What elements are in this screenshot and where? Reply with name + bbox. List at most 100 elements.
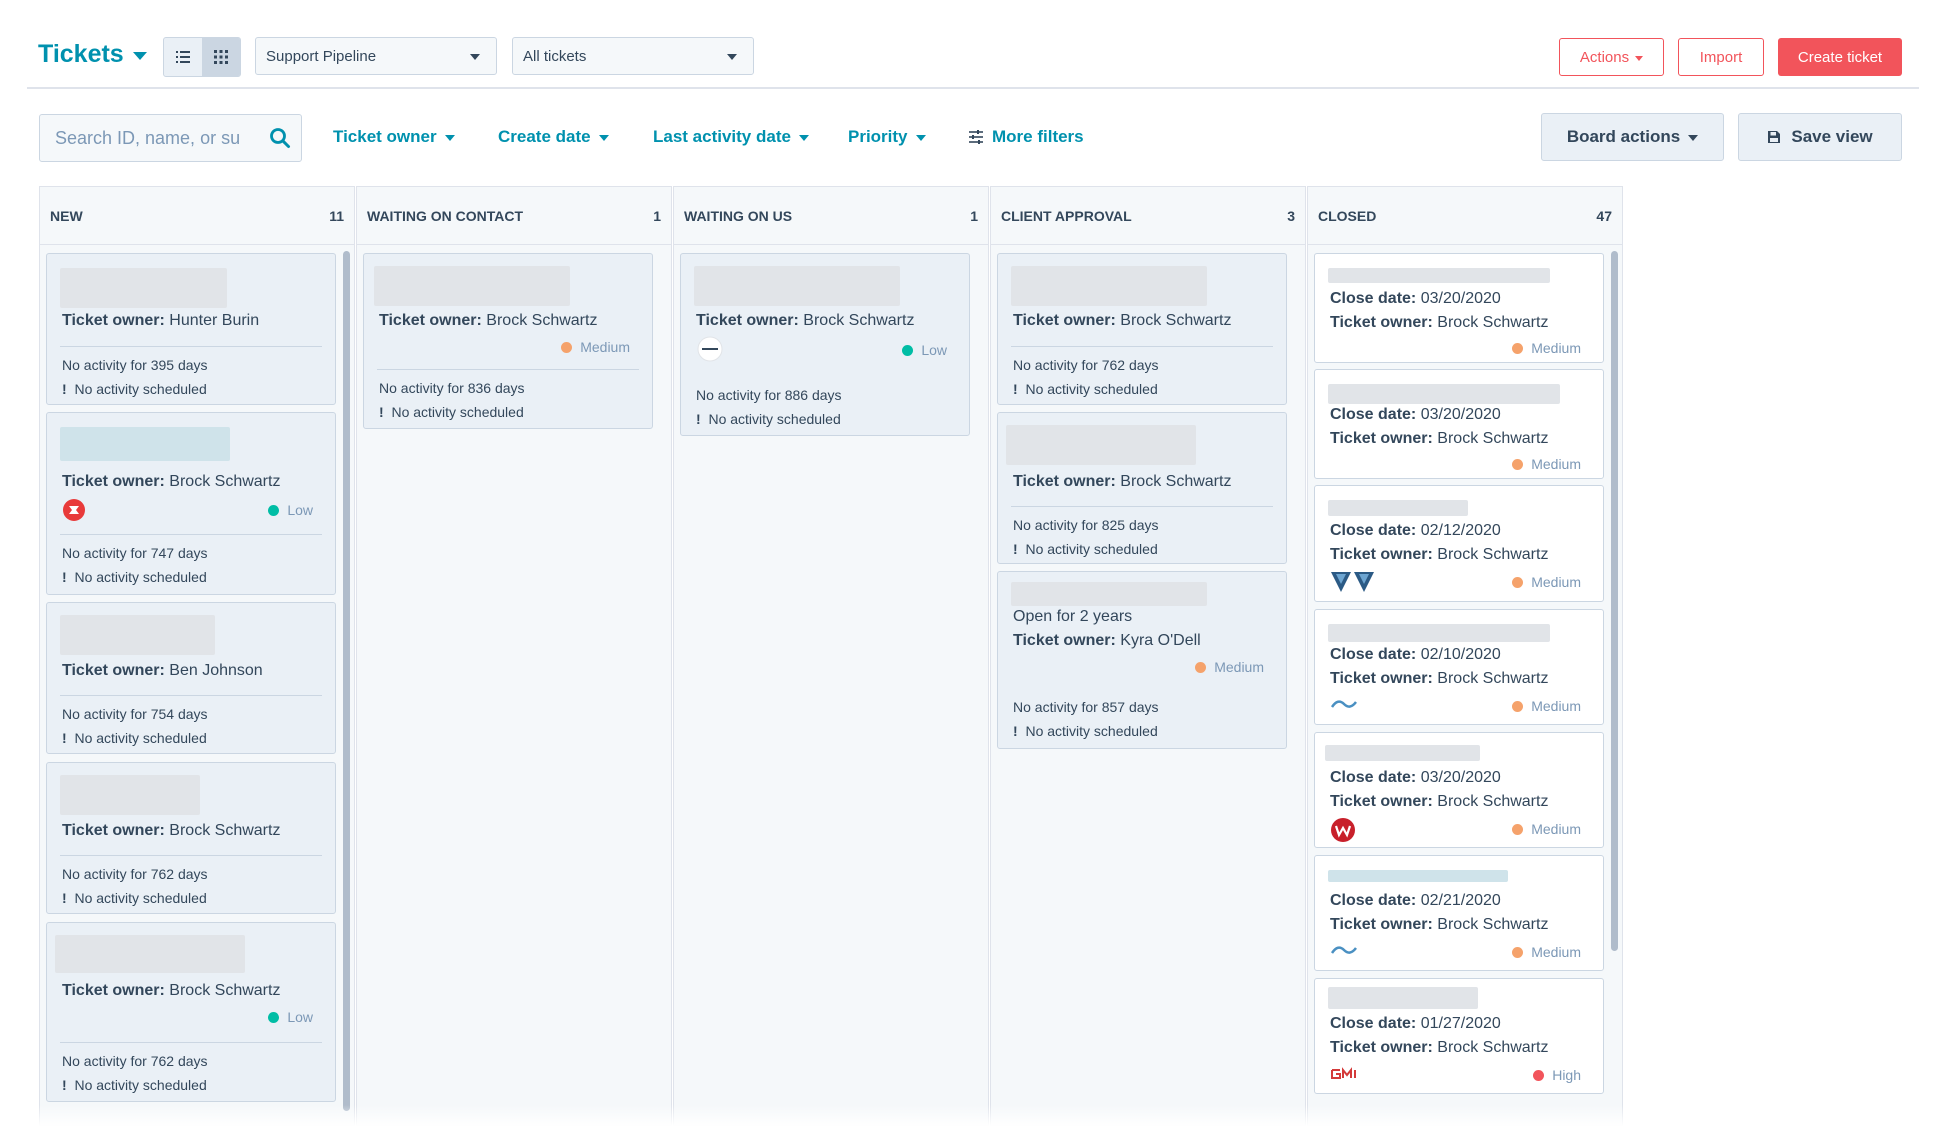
ticket-card[interactable]: Ticket owner: Brock Schwartz No activity… — [997, 412, 1287, 564]
object-switcher[interactable]: Tickets — [38, 40, 147, 69]
ticket-card[interactable]: Close date: 03/20/2020 Ticket owner: Bro… — [1314, 253, 1604, 363]
activity-scheduled: ! No activity scheduled — [379, 404, 524, 420]
list-view-button[interactable] — [164, 38, 202, 76]
redacted-ticket-name — [694, 266, 900, 306]
board-view-button[interactable] — [202, 38, 240, 76]
ticket-card[interactable]: Close date: 03/20/2020 Ticket owner: Bro… — [1314, 732, 1604, 848]
board-actions-button[interactable]: Board actions — [1541, 113, 1724, 161]
ticket-card[interactable]: Ticket owner: Ben Johnson No activity fo… — [46, 602, 336, 754]
column-count: 1 — [970, 207, 978, 224]
activity-status: No activity for 825 days — [1013, 517, 1159, 533]
priority-badge: Medium — [1512, 821, 1581, 837]
header-divider — [27, 87, 1919, 89]
board-column-new: NEW 11 Ticket owner: Hunter Burin No act… — [39, 186, 355, 1126]
search-icon[interactable] — [269, 127, 291, 149]
ticket-card[interactable]: Close date: 02/10/2020 Ticket owner: Bro… — [1314, 609, 1604, 725]
list-icon — [176, 51, 190, 63]
ticket-card[interactable]: Close date: 02/12/2020 Ticket owner: Bro… — [1314, 485, 1604, 602]
ticket-card[interactable]: Close date: 03/20/2020 Ticket owner: Bro… — [1314, 369, 1604, 479]
last-activity-filter[interactable]: Last activity date — [653, 127, 809, 147]
column-title: WAITING ON US — [684, 207, 793, 224]
save-icon — [1768, 131, 1781, 143]
redacted-ticket-name — [1328, 500, 1468, 516]
redacted-ticket-name — [1006, 425, 1196, 465]
ticket-card[interactable]: Close date: 02/21/2020 Ticket owner: Bro… — [1314, 855, 1604, 971]
column-title: NEW — [50, 207, 83, 224]
ticket-card[interactable]: Ticket owner: Brock Schwartz No activity… — [46, 762, 336, 914]
priority-badge: Medium — [1512, 574, 1581, 590]
ticket-owner: Ticket owner: Brock Schwartz — [62, 473, 281, 490]
priority-high-icon — [1533, 1069, 1545, 1081]
ticket-owner: Ticket owner: Brock Schwartz — [1330, 1039, 1549, 1056]
ticket-card[interactable]: Ticket owner: Hunter Burin No activity f… — [46, 253, 336, 405]
pipeline-select[interactable]: Support Pipeline — [255, 37, 497, 75]
ticket-card[interactable]: Open for 2 years Ticket owner: Kyra O'De… — [997, 571, 1287, 749]
column-count: 3 — [1287, 207, 1295, 224]
chevron-down-icon — [132, 51, 147, 60]
ticket-card[interactable]: Ticket owner: Brock Schwartz No activity… — [997, 253, 1287, 405]
ticket-card[interactable]: Ticket owner: Brock Schwartz Low No acti… — [46, 922, 336, 1102]
ticket-card[interactable]: Ticket owner: Brock Schwartz Low No acti… — [46, 412, 336, 595]
activity-scheduled: ! No activity scheduled — [62, 730, 207, 746]
chevron-down-icon — [915, 135, 926, 141]
board-column-waiting-on-contact: WAITING ON CONTACT 1 Ticket owner: Brock… — [356, 186, 672, 1126]
priority-badge: Low — [902, 342, 947, 358]
save-view-button[interactable]: Save view — [1738, 113, 1902, 161]
create-date-filter-label: Create date — [498, 127, 591, 146]
redacted-ticket-name — [60, 268, 227, 308]
redacted-ticket-name — [1328, 384, 1560, 404]
priority-low-icon — [268, 504, 280, 516]
board-column-closed: CLOSED 47 Close date: 03/20/2020 Ticket … — [1307, 186, 1623, 1126]
redacted-ticket-name — [1328, 987, 1478, 1009]
ticket-owner: Ticket owner: Brock Schwartz — [1330, 314, 1549, 331]
card-divider — [1011, 506, 1273, 507]
priority-badge: Medium — [1512, 340, 1581, 356]
activity-scheduled: ! No activity scheduled — [1013, 723, 1158, 739]
column-scrollbar[interactable] — [343, 251, 350, 1111]
search-input[interactable] — [53, 126, 257, 150]
ticket-owner-filter[interactable]: Ticket owner — [333, 127, 455, 147]
ticket-card[interactable]: Ticket owner: Brock Schwartz Medium No a… — [363, 253, 653, 429]
card-divider — [60, 1042, 322, 1043]
activity-status: No activity for 395 days — [62, 357, 208, 373]
activity-status: No activity for 836 days — [379, 380, 525, 396]
priority-medium-icon — [1512, 700, 1524, 712]
column-header: NEW 11 — [40, 187, 354, 245]
priority-filter[interactable]: Priority — [848, 127, 926, 147]
actions-button[interactable]: Actions — [1559, 38, 1664, 76]
view-select[interactable]: All tickets — [512, 37, 754, 75]
chevron-down-icon — [598, 135, 609, 141]
ticket-owner: Ticket owner: Brock Schwartz — [1330, 430, 1549, 447]
company-logo — [1330, 817, 1356, 848]
board-actions-label: Board actions — [1566, 127, 1681, 146]
priority-medium-icon — [1512, 576, 1524, 588]
board-column-client-approval: CLIENT APPROVAL 3 Ticket owner: Brock Sc… — [990, 186, 1306, 1126]
close-date: Close date: 03/20/2020 — [1330, 406, 1501, 423]
column-scrollbar[interactable] — [1611, 251, 1618, 951]
activity-scheduled: ! No activity scheduled — [62, 890, 207, 906]
ticket-card[interactable]: Ticket owner: Brock Schwartz Low No acti… — [680, 253, 970, 436]
import-button[interactable]: Import — [1678, 38, 1764, 76]
column-header: WAITING ON CONTACT 1 — [357, 187, 671, 245]
priority-medium-icon — [1512, 823, 1524, 835]
shield-logo-icon — [1331, 572, 1374, 592]
more-filters-button[interactable]: More filters — [968, 127, 1084, 147]
view-select-value: All tickets — [523, 47, 587, 65]
column-header: CLOSED 47 — [1308, 187, 1622, 245]
create-date-filter[interactable]: Create date — [498, 127, 609, 147]
company-logo-icon — [63, 499, 85, 521]
card-divider — [377, 369, 639, 370]
priority-badge: Low — [268, 502, 313, 518]
bottom-fade — [27, 1105, 1919, 1126]
card-divider — [1011, 346, 1273, 347]
redacted-ticket-name — [1011, 582, 1207, 606]
ticket-card[interactable]: Close date: 01/27/2020 Ticket owner: Bro… — [1314, 978, 1604, 1094]
isafety-logo-icon — [1330, 700, 1357, 708]
create-ticket-button[interactable]: Create ticket — [1778, 38, 1902, 76]
ticket-owner-filter-label: Ticket owner — [333, 127, 437, 146]
ticket-owner: Ticket owner: Brock Schwartz — [1013, 473, 1232, 490]
activity-status: No activity for 747 days — [62, 545, 208, 561]
import-label: Import — [1699, 48, 1743, 66]
card-divider — [60, 855, 322, 856]
company-logo — [1330, 696, 1358, 717]
